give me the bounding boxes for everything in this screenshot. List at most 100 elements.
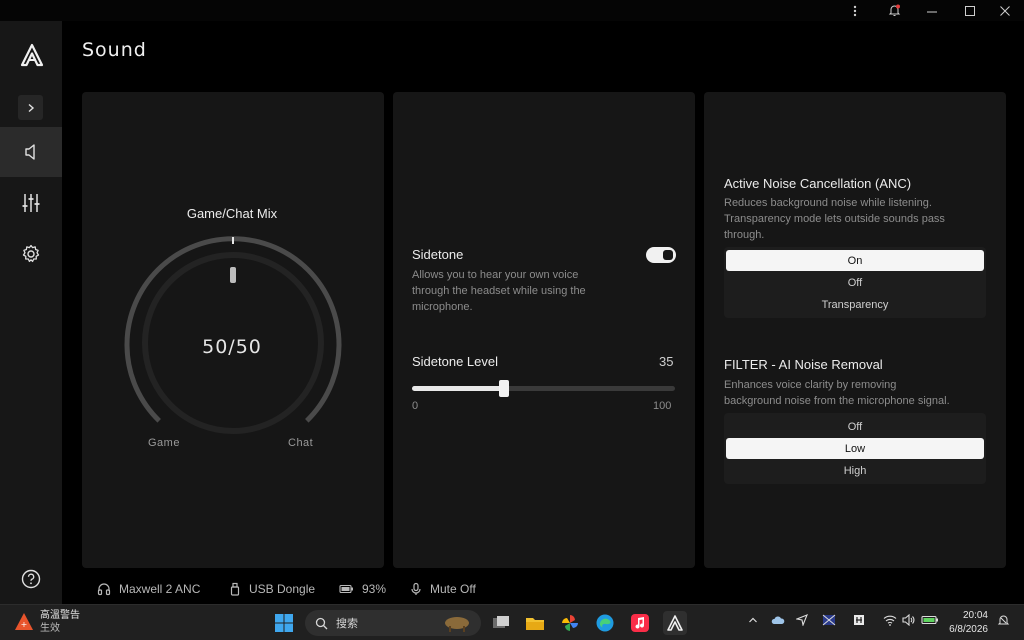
sidebar bbox=[0, 21, 62, 604]
sidetone-toggle[interactable] bbox=[646, 247, 676, 263]
battery-charging-icon[interactable] bbox=[921, 614, 939, 629]
battery-icon bbox=[339, 584, 353, 594]
mix-right-label: Chat bbox=[288, 437, 314, 449]
anc-description: Reduces background noise while listening… bbox=[724, 195, 994, 243]
edge-browser-button[interactable] bbox=[593, 611, 617, 635]
anc-option-on[interactable]: On bbox=[726, 250, 984, 271]
filter-option-off[interactable]: Off bbox=[726, 416, 984, 437]
sidetone-min-label: 0 bbox=[412, 400, 419, 412]
mix-panel: Game/Chat Mix 50/50 Game Chat bbox=[82, 92, 384, 568]
weather-alert-icon[interactable]: + bbox=[14, 612, 34, 636]
sidetone-description: Allows you to hear your own voice throug… bbox=[412, 267, 632, 315]
filter-option-high[interactable]: High bbox=[726, 460, 984, 481]
status-device: Maxwell 2 ANC bbox=[97, 579, 200, 599]
sliders-icon bbox=[22, 194, 40, 212]
filter-option-low[interactable]: Low bbox=[726, 438, 984, 459]
anc-selector: On Off Transparency bbox=[724, 247, 986, 318]
more-vertical-icon[interactable] bbox=[838, 0, 872, 21]
weather-subtitle: 生效 bbox=[40, 623, 60, 634]
sidetone-level-label: Sidetone Level bbox=[412, 354, 499, 369]
notification-center-icon[interactable] bbox=[997, 614, 1010, 630]
clock-time: 20:04 bbox=[962, 610, 988, 621]
status-connection: USB Dongle bbox=[229, 579, 315, 599]
audio-app-taskbar-button[interactable] bbox=[663, 611, 687, 635]
input-method-icon[interactable] bbox=[853, 614, 865, 629]
sidetone-description-line: through the headset while using the bbox=[412, 285, 586, 297]
sidebar-expand-button[interactable] bbox=[18, 95, 43, 120]
sidetone-level-fill bbox=[412, 386, 504, 391]
anc-description-line: Transparency mode lets outside sounds pa… bbox=[724, 213, 945, 225]
task-view-button[interactable] bbox=[489, 611, 513, 635]
sidetone-title: Sidetone bbox=[412, 247, 464, 262]
sidetone-level-value: 35 bbox=[659, 354, 674, 369]
sidetone-level-thumb[interactable] bbox=[499, 380, 509, 397]
notification-bell-icon[interactable] bbox=[877, 0, 911, 21]
onedrive-cloud-icon[interactable] bbox=[771, 614, 785, 629]
sidebar-item-equalizer[interactable] bbox=[0, 178, 62, 228]
search-icon bbox=[315, 617, 328, 629]
headset-icon bbox=[97, 583, 111, 596]
sidetone-toggle-knob bbox=[663, 250, 673, 260]
speaker-icon bbox=[25, 144, 35, 160]
start-button[interactable] bbox=[272, 611, 296, 635]
clock[interactable]: 20:04 6/8/2026 bbox=[944, 609, 988, 637]
gear-icon bbox=[22, 244, 40, 263]
status-battery: 93% bbox=[339, 579, 386, 599]
maximize-icon[interactable] bbox=[953, 0, 987, 21]
edge-icon bbox=[596, 614, 614, 632]
clock-date: 6/8/2026 bbox=[949, 624, 988, 635]
mix-dial-pointer bbox=[230, 267, 236, 283]
tray-overflow-chevron-icon[interactable] bbox=[748, 614, 758, 628]
taskbar: + 高溫警告 生效 搜索 20:04 6/8/2026 bbox=[0, 604, 1024, 640]
sidetone-panel: Sidetone Allows you to hear your own voi… bbox=[393, 92, 695, 568]
language-flag-icon[interactable] bbox=[822, 614, 836, 629]
status-device-label: Maxwell 2 ANC bbox=[119, 582, 201, 596]
status-mute: Mute Off bbox=[410, 579, 476, 599]
filter-selector: Off Low High bbox=[724, 413, 986, 484]
file-explorer-button[interactable] bbox=[523, 611, 547, 635]
photos-button[interactable] bbox=[558, 611, 582, 635]
app-logo-icon bbox=[667, 615, 683, 631]
anc-option-off[interactable]: Off bbox=[726, 272, 984, 293]
pinwheel-icon bbox=[562, 615, 578, 631]
usb-dongle-icon bbox=[230, 582, 240, 596]
anc-title: Active Noise Cancellation (ANC) bbox=[724, 176, 912, 191]
wifi-icon[interactable] bbox=[883, 614, 897, 629]
music-app-button[interactable] bbox=[628, 611, 652, 635]
svg-text:+: + bbox=[21, 620, 28, 629]
sidetone-max-label: 100 bbox=[653, 400, 672, 412]
task-view-icon bbox=[493, 616, 509, 628]
filter-description-line: Enhances voice clarity by removing bbox=[724, 379, 897, 391]
location-arrow-icon[interactable] bbox=[795, 614, 808, 629]
sidetone-level-slider[interactable] bbox=[412, 380, 675, 397]
page-title: Sound bbox=[82, 39, 147, 61]
sidetone-description-line: Allows you to hear your own voice bbox=[412, 269, 579, 281]
anc-description-line: through. bbox=[724, 229, 765, 241]
windows-logo-icon bbox=[275, 614, 293, 632]
sidebar-item-sound[interactable] bbox=[0, 127, 62, 177]
filter-description: Enhances voice clarity by removing backg… bbox=[724, 377, 999, 409]
taskbar-search[interactable]: 搜索 bbox=[305, 610, 481, 636]
close-icon[interactable] bbox=[988, 0, 1022, 21]
weather-widget[interactable]: 高溫警告 生效 bbox=[40, 609, 80, 635]
weather-title: 高溫警告 bbox=[40, 610, 80, 621]
filter-title: FILTER - AI Noise Removal bbox=[724, 357, 883, 372]
noise-panel: Active Noise Cancellation (ANC) Reduces … bbox=[704, 92, 1006, 568]
help-circle-icon[interactable] bbox=[19, 567, 43, 591]
minimize-icon[interactable] bbox=[915, 0, 949, 21]
chevron-right-icon bbox=[28, 103, 34, 112]
music-note-icon bbox=[631, 614, 649, 632]
search-placeholder: 搜索 bbox=[336, 618, 358, 630]
mix-left-label: Game bbox=[148, 437, 180, 449]
search-highlight-icon bbox=[445, 617, 469, 632]
anc-description-line: Reduces background noise while listening… bbox=[724, 197, 932, 209]
sidebar-item-settings[interactable] bbox=[0, 229, 62, 279]
status-connection-label: USB Dongle bbox=[249, 582, 316, 596]
sidetone-description-line: microphone. bbox=[412, 301, 473, 313]
volume-icon[interactable] bbox=[902, 613, 916, 629]
mix-title: Game/Chat Mix bbox=[186, 206, 278, 221]
microphone-icon bbox=[411, 582, 421, 595]
title-bar bbox=[0, 0, 1024, 21]
filter-description-line: background noise from the microphone sig… bbox=[724, 395, 950, 407]
anc-option-transparency[interactable]: Transparency bbox=[726, 294, 984, 315]
